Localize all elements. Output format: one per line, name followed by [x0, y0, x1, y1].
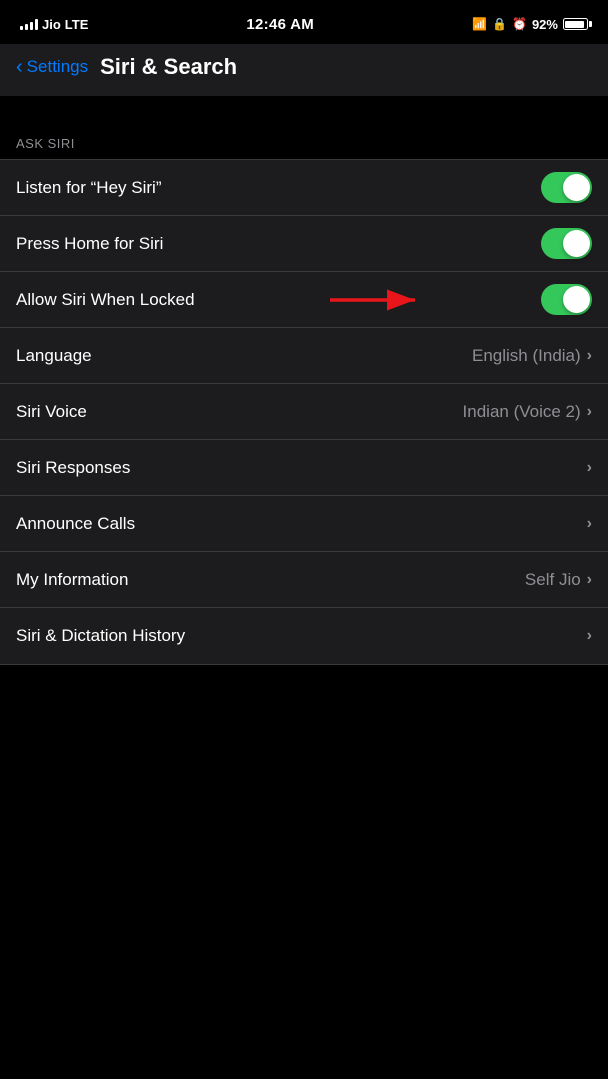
press-home-row[interactable]: Press Home for Siri [0, 216, 608, 272]
siri-responses-chevron-icon: › [587, 459, 592, 477]
page-title: Siri & Search [100, 54, 237, 80]
my-information-label: My Information [16, 570, 525, 590]
announce-calls-label: Announce Calls [16, 514, 587, 534]
allow-locked-label: Allow Siri When Locked [16, 290, 541, 310]
back-chevron-icon: ‹ [16, 57, 23, 77]
my-information-right: Self Jio › [525, 570, 592, 590]
allow-locked-row[interactable]: Allow Siri When Locked [0, 272, 608, 328]
language-value: English (India) [472, 346, 581, 366]
back-button[interactable]: ‹ Settings [16, 57, 88, 77]
sim-icon: 📶 [472, 17, 487, 31]
my-information-value: Self Jio [525, 570, 581, 590]
language-row[interactable]: Language English (India) › [0, 328, 608, 384]
siri-settings-group: Listen for “Hey Siri” Press Home for Sir… [0, 159, 608, 665]
allow-locked-toggle-thumb [563, 286, 590, 313]
nav-header: ‹ Settings Siri & Search [0, 44, 608, 96]
status-left: Jio LTE [20, 17, 88, 32]
language-label: Language [16, 346, 472, 366]
siri-responses-label: Siri Responses [16, 458, 587, 478]
hey-siri-label: Listen for “Hey Siri” [16, 178, 541, 198]
siri-voice-value: Indian (Voice 2) [463, 402, 581, 422]
announce-calls-row[interactable]: Announce Calls › [0, 496, 608, 552]
network-label: LTE [65, 17, 89, 32]
language-chevron-icon: › [587, 347, 592, 365]
allow-locked-toggle[interactable] [541, 284, 592, 315]
lock-icon: 🔒 [492, 17, 507, 31]
announce-calls-chevron-icon: › [587, 515, 592, 533]
siri-dictation-label: Siri & Dictation History [16, 626, 587, 646]
battery-icon [563, 18, 588, 30]
press-home-toggle[interactable] [541, 228, 592, 259]
signal-bars-icon [20, 18, 38, 30]
siri-voice-label: Siri Voice [16, 402, 463, 422]
ask-siri-section-header: ASK SIRI [0, 116, 608, 159]
my-information-chevron-icon: › [587, 571, 592, 589]
alarm-icon: ⏰ [512, 17, 527, 31]
my-information-row[interactable]: My Information Self Jio › [0, 552, 608, 608]
siri-voice-chevron-icon: › [587, 403, 592, 421]
siri-responses-right: › [587, 459, 592, 477]
hey-siri-toggle[interactable] [541, 172, 592, 203]
status-bar: Jio LTE 12:46 AM 📶 🔒 ⏰ 92% [0, 0, 608, 44]
siri-voice-row[interactable]: Siri Voice Indian (Voice 2) › [0, 384, 608, 440]
siri-dictation-row[interactable]: Siri & Dictation History › [0, 608, 608, 664]
press-home-label: Press Home for Siri [16, 234, 541, 254]
carrier-label: Jio [42, 17, 61, 32]
press-home-toggle-thumb [563, 230, 590, 257]
siri-dictation-right: › [587, 627, 592, 645]
status-time: 12:46 AM [246, 16, 314, 33]
hey-siri-row[interactable]: Listen for “Hey Siri” [0, 160, 608, 216]
siri-voice-right: Indian (Voice 2) › [463, 402, 592, 422]
siri-responses-row[interactable]: Siri Responses › [0, 440, 608, 496]
language-right: English (India) › [472, 346, 592, 366]
battery-percent: 92% [532, 17, 558, 32]
hey-siri-toggle-thumb [563, 174, 590, 201]
status-right: 📶 🔒 ⏰ 92% [472, 17, 588, 32]
announce-calls-right: › [587, 515, 592, 533]
back-label: Settings [27, 57, 88, 77]
siri-dictation-chevron-icon: › [587, 627, 592, 645]
